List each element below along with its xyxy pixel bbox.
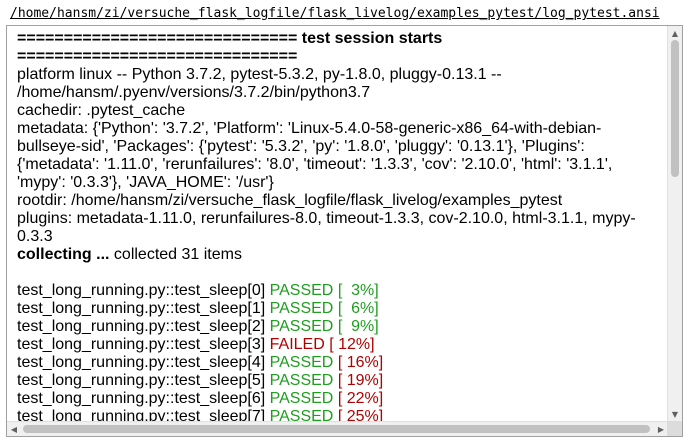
horizontal-scroll-thumb[interactable]: [23, 425, 650, 433]
test-progress: [ 16%]: [337, 354, 384, 371]
plugins-line: plugins: metadata-1.11.0, rerunfailures-…: [17, 210, 636, 245]
scrollbar-corner: [667, 421, 682, 436]
test-status: FAILED: [269, 336, 325, 353]
test-name: test_long_running.py::test_sleep[5]: [17, 372, 266, 389]
test-progress: [ 3%]: [337, 282, 379, 299]
test-name: test_long_running.py::test_sleep[2]: [17, 318, 266, 335]
test-result-line: test_long_running.py::test_sleep[5] PASS…: [17, 372, 649, 390]
test-name: test_long_running.py::test_sleep[3]: [17, 336, 266, 353]
cachedir-line: cachedir: .pytest_cache: [17, 102, 186, 119]
test-result-line: test_long_running.py::test_sleep[3] FAIL…: [17, 336, 649, 354]
test-result-line: test_long_running.py::test_sleep[1] PASS…: [17, 300, 649, 318]
test-result-line: test_long_running.py::test_sleep[4] PASS…: [17, 354, 649, 372]
test-progress: [ 19%]: [337, 372, 384, 389]
test-name: test_long_running.py::test_sleep[4]: [17, 354, 266, 371]
file-path-link[interactable]: /home/hansm/zi/versuche_flask_logfile/fl…: [10, 5, 660, 22]
test-progress: [ 22%]: [337, 390, 384, 407]
test-progress: [ 12%]: [329, 336, 375, 353]
scroll-left-icon[interactable]: ◀: [7, 422, 21, 436]
test-result-line: test_long_running.py::test_sleep[2] PASS…: [17, 318, 649, 336]
collecting-line: collecting ... collected 31 items: [17, 246, 649, 264]
log-viewer-frame: ============================== test sess…: [6, 25, 683, 437]
vertical-scroll-thumb[interactable]: [671, 40, 679, 177]
test-name: test_long_running.py::test_sleep[1]: [17, 300, 266, 317]
horizontal-scrollbar[interactable]: ◀ ▶: [7, 421, 668, 436]
test-name: test_long_running.py::test_sleep[6]: [17, 390, 266, 407]
test-result-line: test_long_running.py::test_sleep[0] PASS…: [17, 282, 649, 300]
rootdir-line: rootdir: /home/hansm/zi/versuche_flask_l…: [17, 192, 563, 209]
test-result-line: test_long_running.py::test_sleep[6] PASS…: [17, 390, 649, 408]
collecting-label: collecting ...: [17, 246, 110, 263]
test-status: PASSED: [269, 318, 334, 335]
test-status: PASSED: [269, 282, 334, 299]
scroll-up-icon[interactable]: ▲: [668, 26, 682, 40]
metadata-line: metadata: {'Python': '3.7.2', 'Platform'…: [17, 120, 617, 191]
scroll-right-icon[interactable]: ▶: [654, 422, 668, 436]
test-name: test_long_running.py::test_sleep[0]: [17, 282, 266, 299]
test-status: PASSED: [269, 372, 334, 389]
platform-line: platform linux -- Python 3.7.2, pytest-5…: [17, 66, 507, 101]
test-progress: [ 9%]: [337, 318, 379, 335]
test-status: PASSED: [269, 300, 334, 317]
vertical-scrollbar[interactable]: ▲ ▼: [667, 26, 682, 421]
session-header: ============================== test sess…: [17, 30, 447, 65]
test-status: PASSED: [269, 354, 334, 371]
scroll-down-icon[interactable]: ▼: [668, 407, 682, 421]
test-status: PASSED: [269, 390, 334, 407]
collected-count: collected 31 items: [109, 246, 242, 263]
log-content: ============================== test sess…: [17, 30, 649, 426]
test-progress: [ 6%]: [337, 300, 379, 317]
